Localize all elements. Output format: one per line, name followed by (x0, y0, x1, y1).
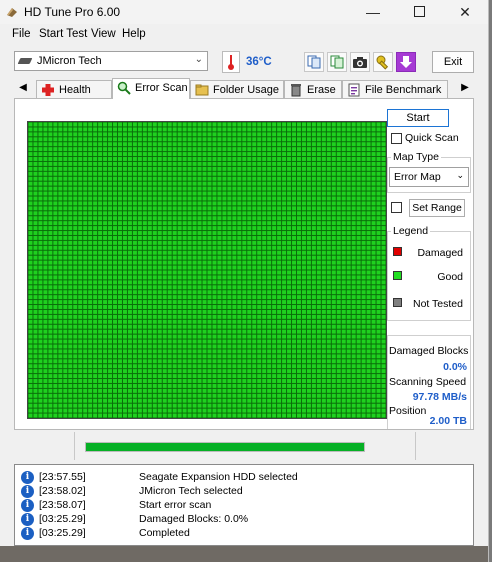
map-type-select[interactable]: Error Map ⌄ (389, 167, 469, 187)
set-range-button[interactable]: Set Range (409, 199, 465, 217)
screenshot-button[interactable] (350, 52, 370, 72)
log-time: [23:58.02] (39, 485, 86, 497)
info-icon: i (21, 513, 34, 526)
start-button[interactable]: Start (387, 109, 449, 127)
tab-file-benchmark[interactable]: File Benchmark (342, 80, 448, 98)
tab-scroll-right-icon[interactable]: ▶ (458, 80, 472, 96)
log-message: Seagate Expansion HDD selected (139, 471, 298, 483)
window-title: HD Tune Pro 6.00 (24, 5, 121, 19)
scan-progress-fill (86, 443, 364, 451)
quick-scan-checkbox[interactable] (391, 133, 402, 144)
tab-health[interactable]: Health (36, 80, 112, 98)
position-label: Position (389, 405, 427, 417)
save-button[interactable] (396, 52, 416, 72)
magnifier-icon (117, 81, 131, 95)
tab-label: Error Scan (135, 82, 188, 94)
info-icon: i (21, 485, 34, 498)
error-map-cells (28, 122, 386, 418)
log-time: [03:25.29] (39, 527, 86, 539)
temperature-value: 36°C (246, 56, 272, 68)
menu-bar: File Start Test View Help (0, 24, 488, 44)
info-icon: i (21, 527, 34, 540)
minimize-icon: — (366, 4, 380, 20)
close-icon: ✕ (459, 4, 471, 20)
progress-container (74, 432, 416, 460)
exit-button[interactable]: Exit (432, 51, 474, 73)
legend-good-label: Good (437, 271, 463, 283)
chevron-down-icon: ⌄ (194, 54, 203, 65)
chevron-down-icon: ⌄ (456, 170, 464, 180)
hd-tune-app-icon (7, 8, 17, 17)
download-arrow-icon (400, 56, 412, 68)
tab-label: File Benchmark (365, 84, 442, 96)
tab-label: Folder Usage (213, 84, 280, 96)
desktop-background (0, 546, 488, 562)
copy-all-button[interactable] (327, 52, 347, 72)
log-message: JMicron Tech selected (139, 485, 243, 497)
menu-help[interactable]: Help (122, 28, 146, 40)
info-icon: i (21, 499, 34, 512)
log-message: Completed (139, 527, 190, 539)
scanning-speed-label: Scanning Speed (389, 376, 467, 388)
error-map-grid (27, 121, 387, 419)
legend-not-tested-label: Not Tested (412, 298, 463, 310)
map-type-label: Map Type (391, 151, 441, 163)
tab-scroll-left-icon[interactable]: ◀ (16, 80, 30, 96)
info-icon: i (21, 471, 34, 484)
maximize-button[interactable] (396, 0, 442, 24)
quick-scan-label: Quick Scan (405, 132, 459, 144)
camera-icon (353, 57, 367, 68)
menu-file[interactable]: File (12, 28, 31, 40)
menu-start-test[interactable]: Start Test (39, 28, 87, 40)
drive-icon (17, 58, 33, 64)
copy-all-icon (330, 55, 344, 69)
copy-info-button[interactable] (304, 52, 324, 72)
minimize-button[interactable]: — (350, 0, 396, 24)
wrench-icon (376, 55, 389, 70)
menu-view[interactable]: View (91, 28, 116, 40)
log-message: Start error scan (139, 499, 212, 511)
health-icon (42, 84, 54, 96)
toolbar: JMicron Tech ⌄ 36°C Exit (0, 46, 488, 78)
position-value: 2.00 TB (429, 415, 467, 427)
log-time: [23:58.07] (39, 499, 86, 511)
tab-erase[interactable]: Erase (284, 80, 342, 98)
thermometer-icon (222, 51, 240, 73)
progress-area (14, 432, 474, 462)
options-button[interactable] (373, 52, 393, 72)
app-window: HD Tune Pro 6.00 — ✕ File Start Test Vie… (0, 0, 489, 562)
scanning-speed-value: 97.78 MB/s (412, 391, 467, 403)
maximize-icon (413, 6, 425, 17)
tab-folder-usage[interactable]: Folder Usage (190, 80, 284, 98)
drive-select-value: JMicron Tech (37, 55, 102, 67)
scan-progress-bar (85, 442, 365, 452)
title-bar: HD Tune Pro 6.00 — ✕ (0, 0, 488, 24)
log-message: Damaged Blocks: 0.0% (139, 513, 249, 525)
log-time: [03:25.29] (39, 513, 86, 525)
file-benchmark-icon (348, 83, 360, 97)
good-blocks (28, 122, 386, 418)
folder-icon (195, 84, 209, 96)
event-log[interactable]: i [23:57.55] Seagate Expansion HDD selec… (14, 464, 474, 546)
drive-select[interactable]: JMicron Tech ⌄ (14, 51, 208, 71)
trash-icon (291, 84, 301, 97)
legend-title: Legend (391, 225, 431, 237)
map-type-value: Error Map (394, 171, 441, 183)
legend-damaged-label: Damaged (417, 247, 463, 259)
error-scan-panel: Start Quick Scan Map Type Error Map ⌄ Se… (14, 98, 474, 430)
log-time: [23:57.55] (39, 471, 86, 483)
tab-label: Erase (307, 84, 336, 96)
copy-icon (307, 55, 321, 69)
tab-error-scan[interactable]: Error Scan (112, 78, 190, 99)
set-range-checkbox[interactable] (391, 202, 402, 213)
tab-label: Health (59, 84, 91, 96)
close-button[interactable]: ✕ (442, 0, 488, 24)
damaged-blocks-label: Damaged Blocks (389, 345, 469, 357)
tab-strip: ◀ Health Error Scan Folder Usage Erase F… (14, 78, 474, 99)
damaged-blocks-value: 0.0% (443, 361, 467, 373)
